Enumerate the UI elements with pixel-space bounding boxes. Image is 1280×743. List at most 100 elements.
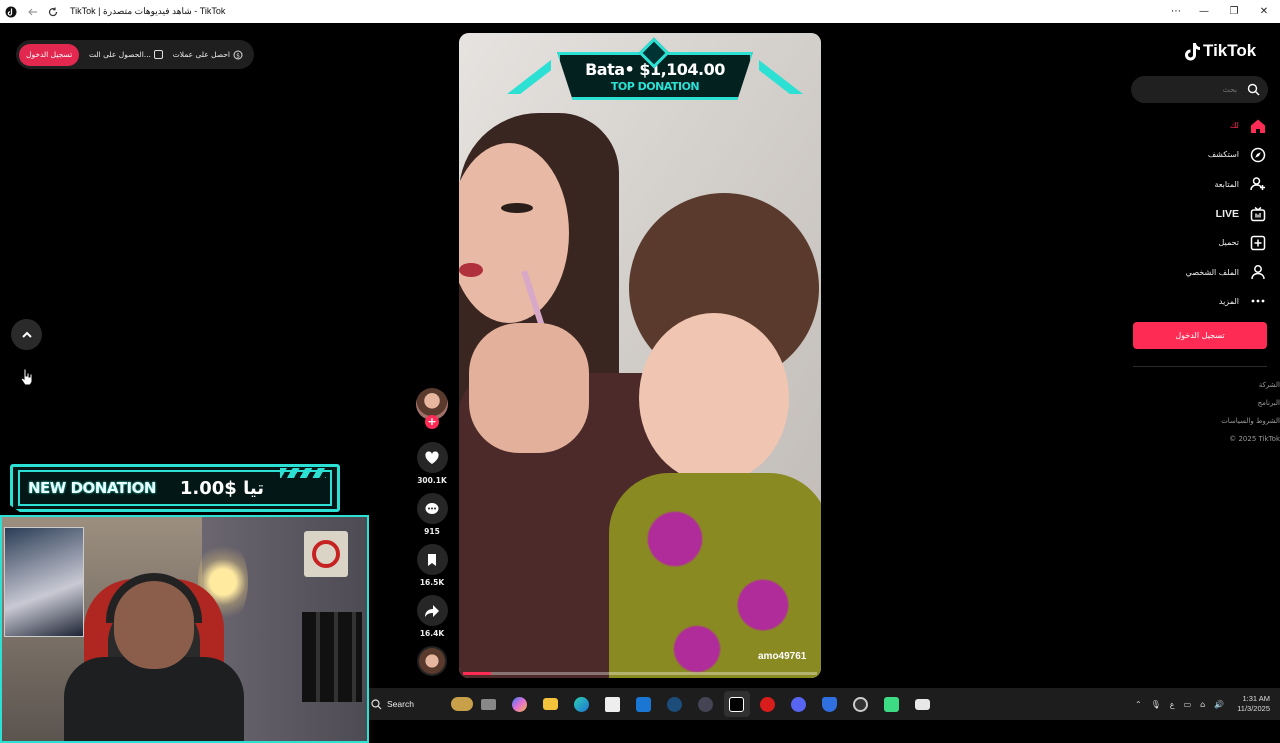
windows-taskbar: Search ⌃ 🎙 ع ▭ ⌂ 🔊 1:31 AM 11/3/2025 (369, 688, 1280, 720)
search-icon[interactable] (1247, 83, 1260, 96)
streamer-webcam (0, 515, 369, 743)
search-input[interactable] (1141, 85, 1237, 94)
chevron-up-icon[interactable]: ⌃ (1135, 700, 1142, 709)
woman-hand (469, 323, 589, 453)
video-author-username[interactable]: amo49761 (758, 651, 806, 662)
footer-link-company[interactable]: الشركة (1180, 376, 1280, 394)
get-app-link[interactable]: الحصول على الت... (89, 50, 163, 59)
child-face (639, 313, 789, 483)
sidebar-item-live[interactable]: LIVE (1140, 199, 1266, 228)
mail-app-icon[interactable] (910, 691, 936, 717)
sidebar-login-button[interactable]: تسجيل الدخول (1133, 322, 1267, 349)
comment-button[interactable] (416, 493, 448, 524)
taskbar-search[interactable]: Search (369, 692, 473, 716)
video-progress-bar[interactable] (463, 672, 817, 675)
tiktok-page: تسجيل الدخول الحصول على الت... احصل على … (0, 23, 1280, 743)
shield-icon[interactable] (817, 691, 843, 717)
file-explorer-icon[interactable] (538, 691, 564, 717)
hand-cursor-icon (20, 368, 33, 386)
compass-icon (1249, 146, 1266, 163)
top-actions-bar: تسجيل الدخول الحصول على الت... احصل على … (16, 40, 254, 69)
top-donation-left-wing (507, 60, 551, 94)
share-count: 16.4K (419, 629, 445, 638)
discord-icon[interactable] (786, 691, 812, 717)
top-donation-label: TOP DONATION (610, 79, 700, 93)
previous-video-button[interactable] (11, 319, 42, 350)
tiktok-wordmark: TikTok (1203, 41, 1257, 60)
streamer-body (64, 657, 244, 741)
profile-icon (1249, 264, 1266, 281)
donation-stripes (280, 468, 326, 478)
taskbar-search-label: Search (387, 699, 414, 709)
share-action[interactable]: 16.4K (414, 595, 450, 638)
follow-plus-icon[interactable]: + (425, 415, 439, 429)
follow-icon (1249, 176, 1266, 193)
like-action[interactable]: 300.1K (414, 442, 450, 485)
sidebar-item-label: المتابعة (1214, 179, 1239, 189)
get-app-label: الحصول على الت... (89, 50, 151, 59)
volume-icon[interactable]: 🔊 (1214, 700, 1224, 709)
steam-icon[interactable] (662, 691, 688, 717)
comment-action[interactable]: 915 (414, 493, 450, 536)
display-icon[interactable]: ▭ (1184, 700, 1192, 709)
restore-button[interactable]: ❐ (1220, 0, 1248, 23)
top-donation-right-wing (759, 60, 803, 94)
video-actions: + 300.1K 915 16.5K 16.4K (414, 388, 450, 676)
menu-dots-icon[interactable]: ⋯ (1162, 0, 1190, 23)
android-app-icon[interactable] (879, 691, 905, 717)
get-coins-label: احصل على عملات (172, 50, 230, 59)
login-button[interactable]: تسجيل الدخول (19, 43, 80, 66)
copilot-icon[interactable] (507, 691, 533, 717)
top-donation-overlay: Bata• $1,104.00 TOP DONATION (507, 37, 803, 110)
sidebar-item-for-you[interactable]: لك (1140, 111, 1266, 140)
window-title: TikTok | شاهد فيديوهات متصدرة - TikTok (70, 6, 226, 16)
sidebar-item-more[interactable]: المزيد (1140, 287, 1266, 316)
footer-link-terms[interactable]: الشروط والسياسات (1180, 412, 1280, 430)
get-coins-link[interactable]: احصل على عملات $ (173, 50, 243, 60)
comment-count: 915 (424, 527, 440, 536)
wall-poster (4, 527, 84, 637)
tiktok-app-icon[interactable] (723, 691, 750, 717)
save-count: 16.5K (419, 578, 445, 587)
obs-icon[interactable] (848, 691, 874, 717)
edge-icon[interactable] (569, 691, 595, 717)
sidebar-item-profile[interactable]: الملف الشخصي (1140, 257, 1266, 286)
footer-link-program[interactable]: البرنامج (1180, 394, 1280, 412)
input-language[interactable]: ع (1170, 700, 1175, 709)
microphone-icon[interactable]: 🎙 (1151, 700, 1161, 709)
sidebar-item-upload[interactable]: تحميل (1140, 228, 1266, 257)
share-button[interactable] (416, 595, 448, 626)
svg-text:$: $ (236, 52, 240, 59)
reload-icon[interactable] (46, 5, 60, 19)
like-button[interactable] (416, 442, 448, 473)
sidebar-item-explore[interactable]: استكشف (1140, 140, 1266, 169)
search-highlight-icon (451, 697, 473, 711)
task-view-icon[interactable] (476, 691, 502, 717)
outlook-icon[interactable] (631, 691, 657, 717)
sidebar-divider (1133, 366, 1267, 367)
sidebar-nav: لك استكشف المتابعة LIVE تحميل الملف الشخ… (1140, 111, 1266, 316)
save-button[interactable] (416, 544, 448, 575)
opera-icon[interactable] (755, 691, 781, 717)
woman-eye (501, 203, 533, 213)
phone-case-display (302, 612, 362, 702)
store-icon[interactable] (600, 691, 626, 717)
music-disc[interactable] (417, 646, 447, 676)
search-box[interactable] (1131, 76, 1268, 103)
coin-icon: $ (233, 50, 243, 59)
phone-icon (153, 50, 163, 59)
sidebar-item-label: لك (1229, 121, 1239, 131)
child-dress (609, 473, 821, 678)
sidebar-item-following[interactable]: المتابعة (1140, 170, 1266, 199)
clock[interactable]: 1:31 AM 11/3/2025 (1237, 694, 1270, 714)
back-arrow-icon[interactable] (26, 5, 40, 19)
minimize-button[interactable]: — (1190, 0, 1218, 23)
author-avatar[interactable]: + (416, 388, 448, 429)
new-donation-overlay: NEW DONATION 1.00$ تيا (10, 464, 340, 512)
close-button[interactable]: ✕ (1250, 0, 1278, 23)
network-icon[interactable]: ⌂ (1200, 700, 1205, 709)
save-action[interactable]: 16.5K (414, 544, 450, 587)
4k-app-icon[interactable] (693, 691, 719, 717)
video-player[interactable] (459, 33, 821, 678)
tiktok-logo[interactable]: TikTok (1184, 41, 1256, 61)
